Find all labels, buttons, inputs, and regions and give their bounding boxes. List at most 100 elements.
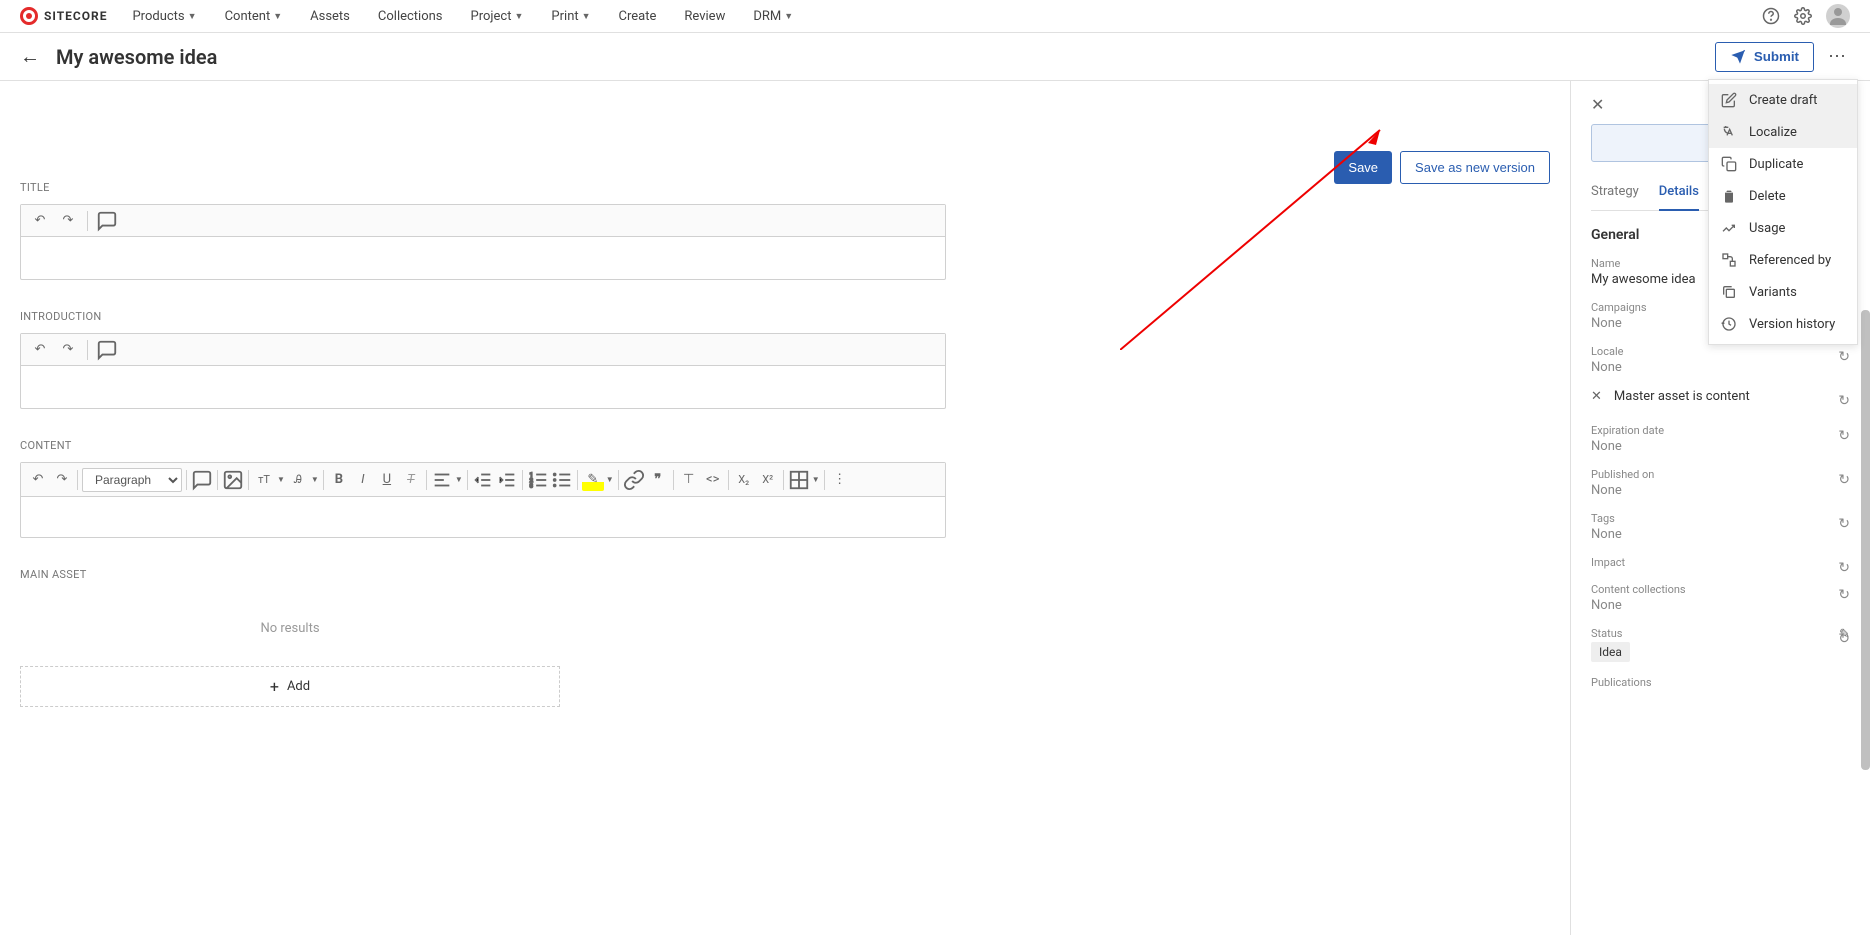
tab-strategy[interactable]: Strategy (1591, 178, 1639, 210)
highlight-icon[interactable]: ✎ (582, 469, 604, 491)
nav-print[interactable]: Print▼ (551, 9, 590, 24)
nav-create[interactable]: Create (619, 9, 657, 24)
locale-label: Locale (1591, 345, 1826, 358)
nav-collections[interactable]: Collections (378, 9, 443, 24)
redo-icon[interactable]: ↷ (57, 339, 79, 361)
add-asset-button[interactable]: + Add (20, 666, 560, 707)
referenced-by-icon (1721, 252, 1737, 268)
chevron-down-icon[interactable]: ▼ (277, 475, 285, 484)
redo-icon[interactable]: ↷ (57, 210, 79, 232)
nav-products[interactable]: Products▼ (132, 9, 196, 24)
settings-icon[interactable] (1794, 7, 1812, 25)
menu-referenced-by[interactable]: Referenced by (1709, 244, 1857, 276)
chevron-down-icon: ▼ (273, 11, 282, 22)
comment-icon[interactable] (96, 339, 118, 361)
locale-value: None (1591, 360, 1826, 375)
comment-icon[interactable] (96, 210, 118, 232)
align-icon[interactable] (431, 469, 453, 491)
font-size-icon[interactable]: тT (253, 469, 275, 491)
history-icon[interactable]: ↻ (1838, 587, 1850, 603)
history-icon[interactable]: ↻ (1838, 393, 1850, 409)
more-actions-icon[interactable]: ⋯ (1824, 42, 1850, 71)
title-input[interactable] (21, 237, 945, 279)
close-icon[interactable]: ✕ (1591, 389, 1602, 404)
menu-usage[interactable]: Usage (1709, 212, 1857, 244)
introduction-editor: ↶ ↷ (20, 333, 946, 409)
chevron-down-icon[interactable]: ▼ (455, 475, 463, 484)
sitecore-logo-icon (20, 7, 38, 25)
history-icon[interactable]: ↻ (1838, 560, 1850, 576)
undo-icon[interactable]: ↶ (27, 469, 49, 491)
menu-duplicate[interactable]: Duplicate (1709, 148, 1857, 180)
hr-icon[interactable]: ⊤ (678, 469, 700, 491)
paragraph-format-select[interactable]: Paragraph (82, 468, 182, 492)
ordered-list-icon[interactable]: 123 (527, 469, 549, 491)
status-label: Status (1591, 627, 1826, 640)
history-icon[interactable]: ↻ (1838, 472, 1850, 488)
scrollbar[interactable] (1861, 310, 1870, 770)
nav-review[interactable]: Review (684, 9, 725, 24)
menu-delete[interactable]: Delete (1709, 180, 1857, 212)
superscript-icon[interactable]: X² (757, 469, 779, 491)
undo-icon[interactable]: ↶ (29, 210, 51, 232)
underline-icon[interactable]: U (376, 469, 398, 491)
publications-label: Publications (1591, 676, 1826, 689)
comment-icon[interactable] (191, 469, 213, 491)
nav-drm[interactable]: DRM▼ (753, 9, 793, 24)
indent-icon[interactable] (496, 469, 518, 491)
brand-logo[interactable]: SITECORE (20, 7, 107, 25)
quote-icon[interactable]: ❞ (647, 469, 669, 491)
nav-content[interactable]: Content▼ (225, 9, 283, 24)
status-badge: Idea (1591, 642, 1630, 662)
history-icon[interactable]: ↻ (1838, 428, 1850, 444)
nav-project[interactable]: Project▼ (471, 9, 524, 24)
content-input[interactable] (21, 497, 945, 537)
tab-details[interactable]: Details (1659, 178, 1699, 211)
bold-icon[interactable]: B (328, 469, 350, 491)
redo-icon[interactable]: ↷ (51, 469, 73, 491)
chevron-down-icon[interactable]: ▼ (812, 475, 820, 484)
menu-create-draft[interactable]: Create draft (1709, 84, 1857, 116)
menu-variants[interactable]: Variants (1709, 276, 1857, 308)
editor-area: Save Save as new version TITLE ↶ ↷ INTRO… (0, 81, 1570, 935)
code-icon[interactable]: <> (702, 469, 724, 491)
close-panel-icon[interactable]: ✕ (1591, 95, 1604, 114)
subscript-icon[interactable]: X₂ (733, 469, 755, 491)
image-icon[interactable] (222, 469, 244, 491)
chevron-down-icon[interactable]: ▼ (311, 475, 319, 484)
title-editor: ↶ ↷ (20, 204, 946, 280)
duplicate-icon (1721, 156, 1737, 172)
unordered-list-icon[interactable] (551, 469, 573, 491)
menu-version-history[interactable]: Version history (1709, 308, 1857, 340)
save-as-new-version-button[interactable]: Save as new version (1400, 151, 1550, 184)
published-label: Published on (1591, 468, 1826, 481)
no-results-text: No results (20, 591, 560, 666)
back-arrow-icon[interactable]: ← (20, 44, 40, 69)
link-icon[interactable] (623, 469, 645, 491)
chevron-down-icon[interactable]: ▼ (606, 475, 614, 484)
nav-assets[interactable]: Assets (310, 9, 350, 24)
help-icon[interactable] (1762, 7, 1780, 25)
delete-icon (1721, 188, 1737, 204)
italic-icon[interactable]: I (352, 469, 374, 491)
table-icon[interactable] (788, 469, 810, 491)
impact-label: Impact (1591, 556, 1826, 569)
font-family-icon[interactable]: Ꭿ (287, 469, 309, 491)
history-icon[interactable]: ↻ (1838, 631, 1850, 647)
svg-text:3: 3 (530, 483, 533, 489)
localize-icon (1721, 124, 1737, 140)
introduction-input[interactable] (21, 366, 945, 408)
history-icon[interactable]: ↻ (1838, 349, 1850, 365)
plus-icon: + (270, 677, 279, 696)
undo-icon[interactable]: ↶ (29, 339, 51, 361)
more-toolbar-icon[interactable]: ⋮ (829, 469, 851, 491)
clear-format-icon[interactable]: T (400, 469, 422, 491)
save-button[interactable]: Save (1334, 151, 1392, 184)
user-avatar[interactable] (1826, 4, 1850, 28)
outdent-icon[interactable] (472, 469, 494, 491)
usage-icon (1721, 220, 1737, 236)
expiration-value: None (1591, 439, 1826, 454)
menu-localize[interactable]: Localize (1709, 116, 1857, 148)
history-icon[interactable]: ↻ (1838, 516, 1850, 532)
submit-button[interactable]: Submit (1715, 42, 1814, 72)
